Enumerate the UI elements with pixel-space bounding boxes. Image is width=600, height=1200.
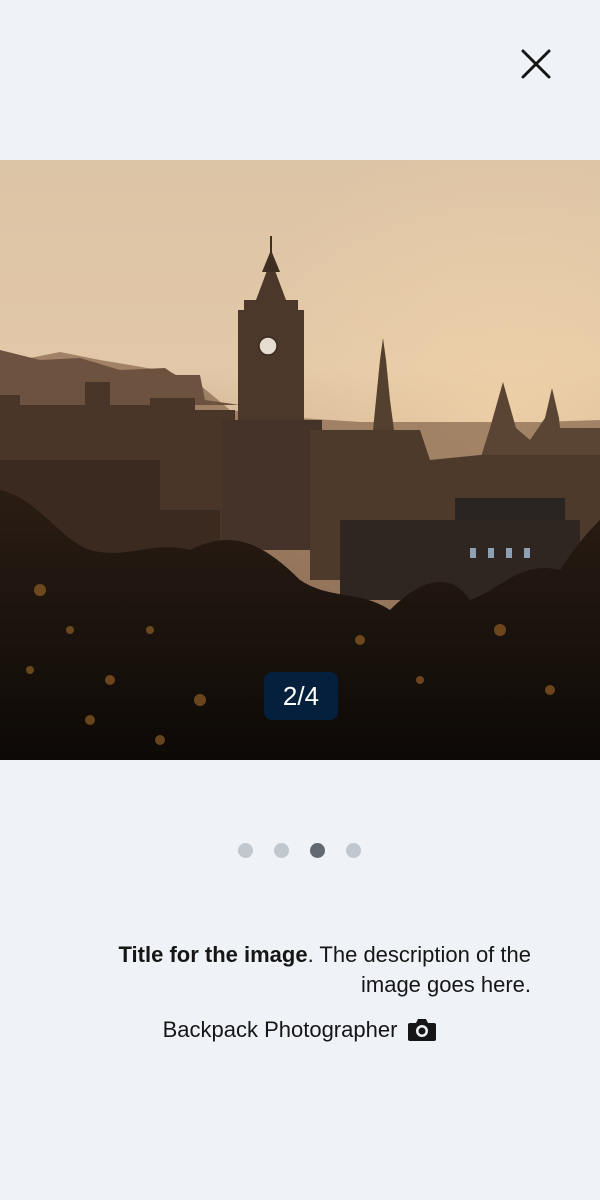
close-button[interactable] xyxy=(512,40,560,88)
pagination-dots xyxy=(238,843,361,858)
pagination-dot-active[interactable] xyxy=(310,843,325,858)
pagination-dot[interactable] xyxy=(346,843,361,858)
photo-credit: Backpack Photographer xyxy=(0,1014,600,1046)
gallery-image[interactable] xyxy=(0,160,600,760)
camera-icon xyxy=(407,1017,437,1043)
caption-title: Title for the image xyxy=(118,942,308,967)
pagination-dot[interactable] xyxy=(274,843,289,858)
caption-description: . The description of the image goes here… xyxy=(307,942,531,997)
image-counter-badge: 2/4 xyxy=(264,672,338,720)
city-skyline-photo xyxy=(0,160,600,760)
close-icon xyxy=(521,49,551,79)
image-caption: Title for the image. The description of … xyxy=(61,940,531,1000)
pagination-dot[interactable] xyxy=(238,843,253,858)
credit-text: Backpack Photographer xyxy=(162,1017,398,1042)
